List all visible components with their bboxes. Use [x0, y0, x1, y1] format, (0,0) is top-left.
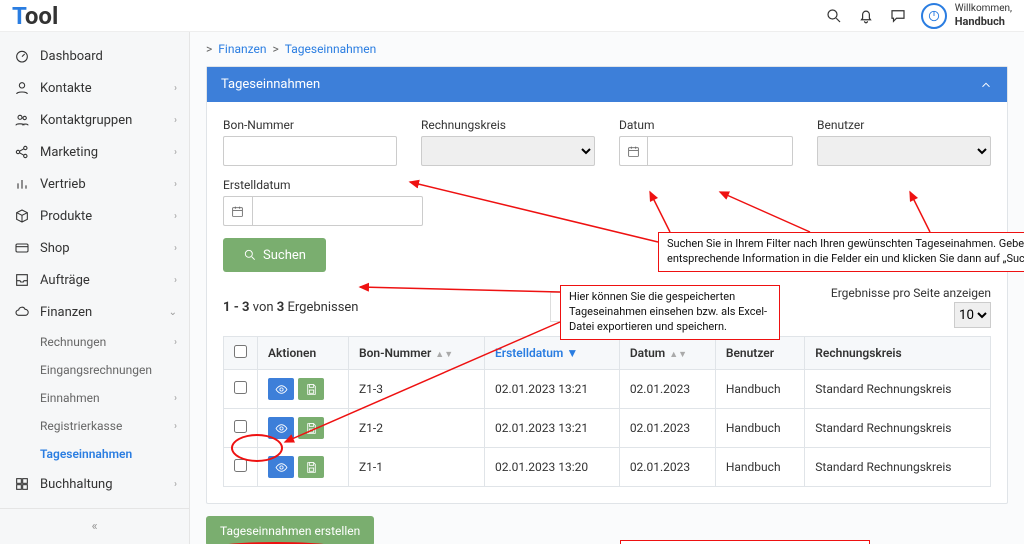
row-checkbox[interactable]	[234, 459, 247, 472]
sidebar-item-buchhaltung[interactable]: Buchhaltung›	[0, 468, 189, 500]
callout-create: Klicken Sie auf „Tageseinnahmen erstelle…	[620, 540, 870, 544]
label-erstelldatum: Erstelldatum	[223, 178, 423, 192]
table-row: Z1-2 02.01.2023 13:21 02.01.2023 Handbuc…	[224, 409, 991, 448]
card-icon	[14, 240, 30, 256]
row-checkbox[interactable]	[234, 381, 247, 394]
cube-icon	[14, 208, 30, 224]
bon-nummer-input[interactable]	[223, 136, 397, 166]
chevron-up-icon[interactable]	[979, 78, 993, 92]
col-bon[interactable]: Bon-Nummer▲▼	[348, 337, 484, 370]
chevron-right-icon: ›	[174, 421, 177, 432]
benutzer-select[interactable]	[817, 136, 991, 166]
sidebar-subitem-einnahmen[interactable]: Einnahmen›	[40, 384, 189, 412]
user-menu[interactable]: Willkommen, Handbuch	[921, 3, 1012, 29]
chevron-right-icon: ›	[174, 179, 177, 190]
sidebar-subitem-rechnungen[interactable]: Rechnungen›	[40, 328, 189, 356]
col-rechnungskreis: Rechnungskreis	[805, 337, 991, 370]
chevron-right-icon: ›	[174, 243, 177, 254]
tageseinnahmen-erstellen-button[interactable]: Tageseinnahmen erstellen	[206, 516, 374, 544]
calendar-icon[interactable]	[619, 136, 647, 166]
chevron-right-icon: ›	[174, 147, 177, 158]
chevron-down-icon: ⌄	[169, 307, 177, 318]
chevron-right-icon: ›	[174, 479, 177, 490]
comment-icon[interactable]	[889, 7, 907, 25]
results-count: 1 - 3 von 3 Ergebnissen	[223, 300, 358, 315]
sidebar-collapse[interactable]: «	[0, 508, 189, 544]
breadcrumb-finanzen[interactable]: Finanzen	[218, 42, 266, 56]
sidebar-item-marketing[interactable]: Marketing›	[0, 136, 189, 168]
results-table: Aktionen Bon-Nummer▲▼ Erstelldatum ▼ Dat…	[223, 336, 991, 487]
per-page-select[interactable]: 10	[954, 302, 991, 328]
gauge-icon	[14, 48, 30, 64]
datum-input[interactable]	[647, 136, 793, 166]
label-bon-nummer: Bon-Nummer	[223, 118, 397, 132]
chevron-right-icon: ›	[174, 275, 177, 286]
sidebar-item-kontakte[interactable]: Kontakte›	[0, 72, 189, 104]
suchen-button[interactable]: Suchen	[223, 238, 326, 272]
erstelldatum-input[interactable]	[252, 196, 423, 226]
chevron-right-icon: ›	[174, 83, 177, 94]
col-aktionen: Aktionen	[258, 337, 349, 370]
label-benutzer: Benutzer	[817, 118, 991, 132]
label-datum: Datum	[619, 118, 793, 132]
search-icon[interactable]	[825, 7, 843, 25]
sidebar-item-vertrieb[interactable]: Vertrieb›	[0, 168, 189, 200]
table-row: Z1-3 02.01.2023 13:21 02.01.2023 Handbuc…	[224, 370, 991, 409]
chevron-right-icon: ›	[174, 115, 177, 126]
bars-icon	[14, 176, 30, 192]
view-button[interactable]	[268, 456, 294, 478]
export-button[interactable]	[298, 417, 324, 439]
col-erstelldatum[interactable]: Erstelldatum ▼	[484, 337, 619, 370]
welcome-name: Handbuch	[955, 15, 1005, 28]
export-button[interactable]	[298, 456, 324, 478]
sidebar-subitem-eingangsrechnungen[interactable]: Eingangsrechnungen	[40, 356, 189, 384]
view-button[interactable]	[268, 417, 294, 439]
callout-export: Hier können Sie die gespeicherten Tagese…	[560, 285, 780, 340]
cloud-icon	[14, 304, 30, 320]
col-datum[interactable]: Datum▲▼	[619, 337, 715, 370]
sidebar-item-produkte[interactable]: Produkte›	[0, 200, 189, 232]
welcome-label: Willkommen,	[955, 3, 1012, 15]
sidebar-item-finanzen[interactable]: Finanzen⌄	[0, 296, 189, 328]
app-logo: Tool	[12, 2, 58, 30]
row-checkbox[interactable]	[234, 420, 247, 433]
sidebar-item-aufträge[interactable]: Aufträge›	[0, 264, 189, 296]
chevron-right-icon: ›	[174, 393, 177, 404]
per-page: Ergebnisse pro Seite anzeigen 10	[831, 286, 991, 328]
breadcrumb: > Finanzen > Tageseinnahmen	[206, 32, 1008, 66]
users-icon	[14, 112, 30, 128]
sidebar-item-dashboard[interactable]: Dashboard	[0, 40, 189, 72]
view-button[interactable]	[268, 378, 294, 400]
select-all-checkbox[interactable]	[234, 345, 247, 358]
export-button[interactable]	[298, 378, 324, 400]
bell-icon[interactable]	[857, 7, 875, 25]
sidebar-nav: DashboardKontakte›Kontaktgruppen›Marketi…	[0, 32, 189, 508]
breadcrumb-tageseinnahmen[interactable]: Tageseinnahmen	[285, 42, 377, 56]
sidebar-subitem-registrierkasse[interactable]: Registrierkasse›	[40, 412, 189, 440]
callout-filter: Suchen Sie in Ihrem Filter nach Ihren ge…	[658, 232, 1024, 272]
calendar-icon[interactable]	[223, 196, 252, 226]
power-icon	[921, 3, 947, 29]
inbox-icon	[14, 272, 30, 288]
panel-header: Tageseinnahmen	[207, 67, 1007, 102]
label-rechnungskreis: Rechnungskreis	[421, 118, 595, 132]
panel-title: Tageseinnahmen	[221, 77, 320, 92]
sidebar-item-kontaktgruppen[interactable]: Kontaktgruppen›	[0, 104, 189, 136]
table-row: Z1-1 02.01.2023 13:20 02.01.2023 Handbuc…	[224, 448, 991, 487]
share-icon	[14, 144, 30, 160]
col-benutzer: Benutzer	[715, 337, 804, 370]
chevron-right-icon: ›	[174, 337, 177, 348]
sidebar-subitem-tageseinnahmen[interactable]: Tageseinnahmen	[40, 440, 189, 468]
sidebar-item-shop[interactable]: Shop›	[0, 232, 189, 264]
chevron-right-icon: ›	[174, 211, 177, 222]
user-icon	[14, 80, 30, 96]
rechnungskreis-select[interactable]	[421, 136, 595, 166]
grid-icon	[14, 476, 30, 492]
